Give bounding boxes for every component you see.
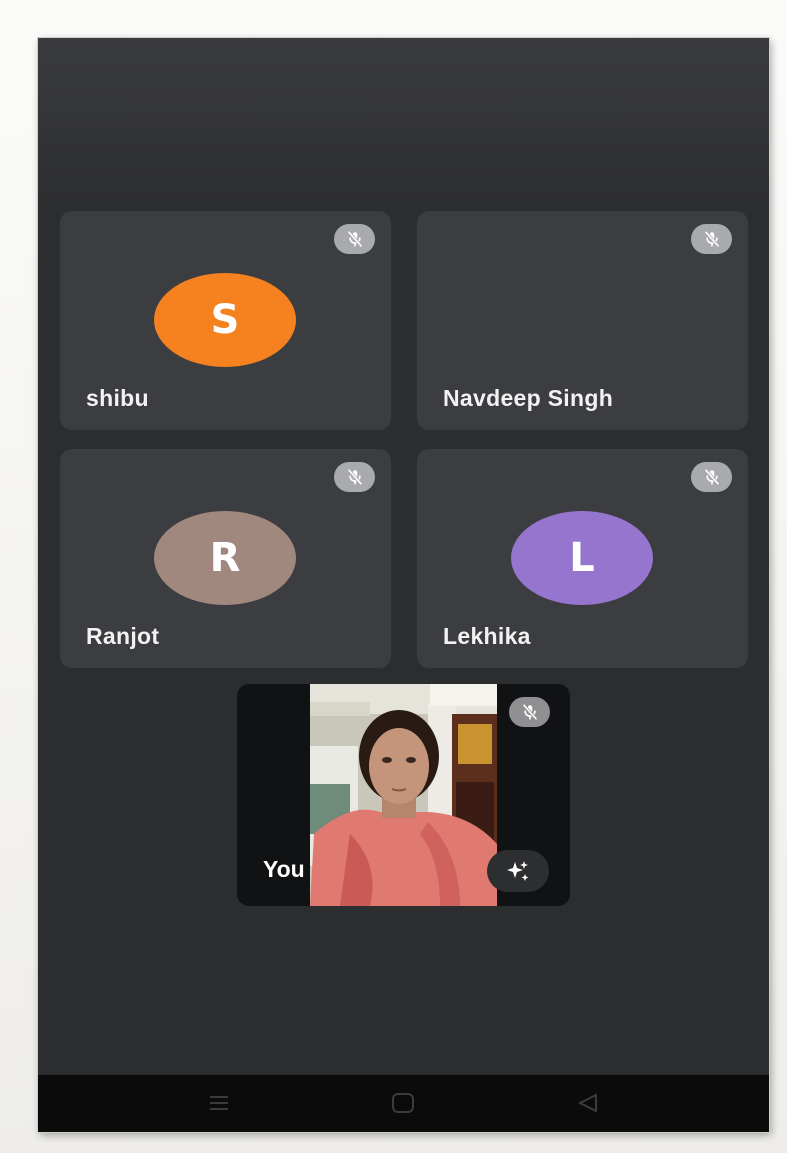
home-square-icon[interactable] bbox=[390, 1091, 416, 1115]
back-triangle-icon[interactable] bbox=[575, 1091, 601, 1115]
device-frame: S shibu Navdeep Singh R Ranjot L Lekhika… bbox=[0, 0, 787, 1153]
mic-off-icon bbox=[691, 224, 732, 254]
recents-menu-icon[interactable] bbox=[206, 1091, 232, 1115]
mic-off-icon bbox=[334, 462, 375, 492]
participant-name: Ranjot bbox=[86, 623, 160, 649]
mic-off-icon bbox=[334, 224, 375, 254]
participant-name: shibu bbox=[86, 385, 149, 411]
participant-name: Lekhika bbox=[443, 623, 531, 649]
participant-tile-navdeep-singh[interactable]: Navdeep Singh bbox=[417, 211, 748, 430]
meeting-screen: S shibu Navdeep Singh R Ranjot L Lekhika… bbox=[38, 38, 769, 1132]
effects-button[interactable] bbox=[487, 850, 549, 892]
self-camera-video bbox=[310, 684, 497, 906]
system-navigation-bar bbox=[38, 1075, 769, 1132]
self-name-label: You bbox=[263, 856, 305, 882]
participant-tile-ranjot[interactable]: R Ranjot bbox=[60, 449, 391, 668]
self-view-tile[interactable]: You bbox=[237, 684, 570, 906]
sparkle-effects-icon bbox=[507, 861, 529, 881]
avatar: L bbox=[511, 511, 653, 605]
participant-tile-lekhika[interactable]: L Lekhika bbox=[417, 449, 748, 668]
avatar: S bbox=[154, 273, 296, 367]
participant-tile-shibu[interactable]: S shibu bbox=[60, 211, 391, 430]
participant-name: Navdeep Singh bbox=[443, 385, 614, 411]
mic-off-icon bbox=[509, 697, 550, 727]
avatar: R bbox=[154, 511, 296, 605]
screen-glow bbox=[38, 38, 769, 218]
mic-off-icon bbox=[691, 462, 732, 492]
